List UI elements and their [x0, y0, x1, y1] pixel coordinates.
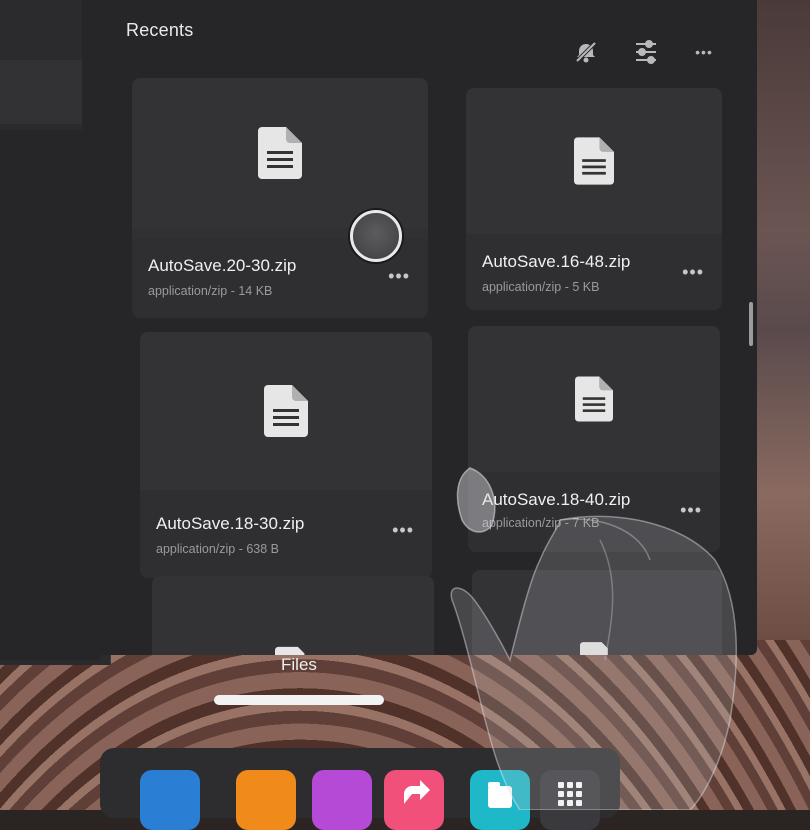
file-thumbnail — [468, 326, 720, 472]
document-icon — [258, 127, 302, 179]
file-card[interactable] — [152, 576, 434, 655]
document-icon — [275, 646, 305, 655]
document-icon — [580, 642, 608, 655]
left-panel-header — [0, 60, 85, 124]
file-more-button[interactable]: ••• — [392, 520, 414, 541]
files-window: Recents ••• AutoSave.20-30.zip applicati… — [82, 0, 757, 655]
document-icon — [264, 385, 308, 437]
file-name: AutoSave.18-40.zip — [482, 490, 631, 509]
file-card[interactable]: AutoSave.18-30.zip application/zip - 638… — [140, 332, 432, 578]
file-thumbnail — [466, 88, 722, 234]
file-info: AutoSave.18-30.zip application/zip - 638… — [140, 490, 432, 578]
app-grid-icon — [558, 782, 582, 806]
more-horizontal-icon[interactable]: ••• — [690, 38, 718, 66]
file-thumbnail — [472, 570, 722, 655]
folder-icon — [488, 782, 512, 808]
dock — [100, 748, 620, 830]
file-card[interactable] — [472, 570, 722, 655]
app-label: Files — [281, 655, 317, 674]
dock-app-files[interactable] — [470, 770, 530, 830]
file-more-button[interactable]: ••• — [388, 266, 410, 287]
file-thumbnail — [152, 576, 434, 655]
dock-app-share[interactable] — [384, 770, 444, 830]
file-thumbnail — [140, 332, 432, 490]
scrollbar[interactable] — [749, 302, 753, 346]
dock-app-purple[interactable] — [312, 770, 372, 830]
filter-sliders-icon[interactable] — [632, 38, 660, 66]
file-more-button[interactable]: ••• — [680, 500, 702, 521]
file-name: AutoSave.20-30.zip — [148, 256, 297, 275]
dock-app-blue[interactable] — [140, 770, 200, 830]
mute-notification-icon[interactable] — [572, 38, 600, 66]
file-meta: application/zip - 14 KB — [148, 284, 273, 298]
file-info: AutoSave.18-40.zip application/zip - 7 K… — [468, 472, 720, 552]
file-meta: application/zip - 638 B — [156, 542, 279, 556]
file-card[interactable]: AutoSave.20-30.zip application/zip - 14 … — [132, 78, 428, 318]
file-name: AutoSave.16-48.zip — [482, 252, 631, 271]
file-name: AutoSave.18-30.zip — [156, 514, 305, 533]
file-info: AutoSave.16-48.zip application/zip - 5 K… — [466, 234, 722, 310]
document-icon — [575, 376, 613, 422]
file-more-button[interactable]: ••• — [682, 262, 704, 283]
dock-app-grid[interactable] — [540, 770, 600, 830]
file-meta: application/zip - 7 KB — [482, 516, 600, 530]
window-move-handle[interactable] — [214, 695, 384, 705]
share-icon — [404, 780, 430, 804]
file-card[interactable]: AutoSave.18-40.zip application/zip - 7 K… — [468, 326, 720, 552]
document-icon — [574, 137, 614, 185]
file-meta: application/zip - 5 KB — [482, 280, 600, 294]
file-card[interactable]: AutoSave.16-48.zip application/zip - 5 K… — [466, 88, 722, 310]
page-title: Recents — [126, 20, 194, 40]
file-thumbnail — [132, 78, 428, 228]
dock-app-orange[interactable] — [236, 770, 296, 830]
pointer-cursor — [350, 210, 402, 262]
